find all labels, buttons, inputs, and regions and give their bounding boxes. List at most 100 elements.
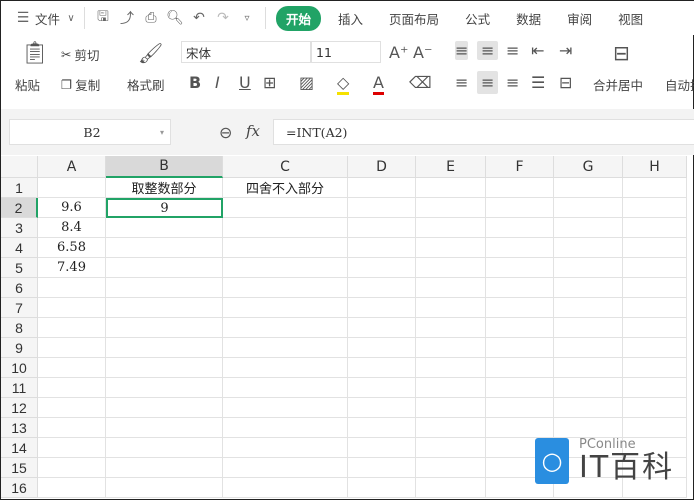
cell-F1[interactable] bbox=[486, 178, 554, 198]
increase-font-icon[interactable]: A⁺ bbox=[389, 43, 408, 62]
cell-H12[interactable] bbox=[623, 398, 687, 418]
cell-A14[interactable] bbox=[38, 438, 106, 458]
cell-B12[interactable] bbox=[106, 398, 223, 418]
merge-center-button[interactable]: 合并居中 bbox=[593, 75, 643, 94]
row-header-13[interactable]: 13 bbox=[1, 418, 38, 438]
border-icon[interactable]: ⊞ bbox=[263, 73, 276, 92]
cell-C6[interactable] bbox=[223, 278, 348, 298]
copy-button[interactable]: ❐ 复制 bbox=[61, 75, 100, 94]
cell-G1[interactable] bbox=[554, 178, 623, 198]
cell-B4[interactable] bbox=[106, 238, 223, 258]
cell-B9[interactable] bbox=[106, 338, 223, 358]
cell-A3[interactable]: 8.4 bbox=[38, 218, 106, 238]
row-header-4[interactable]: 4 bbox=[1, 238, 38, 258]
align-left-icon[interactable]: ≡ bbox=[455, 73, 468, 92]
tab-home[interactable]: 开始 bbox=[276, 5, 322, 31]
cell-C5[interactable] bbox=[223, 258, 348, 278]
cell-H6[interactable] bbox=[623, 278, 687, 298]
redo-icon[interactable]: ↷ bbox=[211, 10, 235, 26]
cell-F10[interactable] bbox=[486, 358, 554, 378]
save-icon[interactable]: 🖫 bbox=[91, 6, 115, 30]
print-preview-icon[interactable]: 🔍︎ bbox=[163, 10, 187, 26]
cell-B5[interactable] bbox=[106, 258, 223, 278]
column-header-B[interactable]: B bbox=[106, 156, 223, 178]
cell-E12[interactable] bbox=[416, 398, 486, 418]
column-header-D[interactable]: D bbox=[348, 156, 416, 178]
cell-C13[interactable] bbox=[223, 418, 348, 438]
cell-G2[interactable] bbox=[554, 198, 623, 218]
row-header-11[interactable]: 11 bbox=[1, 378, 38, 398]
align-right-icon[interactable]: ≡ bbox=[506, 73, 519, 92]
clear-icon[interactable]: ⌫ bbox=[409, 73, 432, 92]
cell-F13[interactable] bbox=[486, 418, 554, 438]
row-header-1[interactable]: 1 bbox=[1, 178, 38, 198]
cell-H8[interactable] bbox=[623, 318, 687, 338]
font-color-icon[interactable]: A bbox=[373, 73, 384, 95]
column-header-E[interactable]: E bbox=[416, 156, 486, 178]
cell-B3[interactable] bbox=[106, 218, 223, 238]
cell-D3[interactable] bbox=[348, 218, 416, 238]
cell-C3[interactable] bbox=[223, 218, 348, 238]
cell-H13[interactable] bbox=[623, 418, 687, 438]
cell-E4[interactable] bbox=[416, 238, 486, 258]
cell-B10[interactable] bbox=[106, 358, 223, 378]
cell-D12[interactable] bbox=[348, 398, 416, 418]
cell-D15[interactable] bbox=[348, 458, 416, 478]
font-family-select[interactable]: 宋体 bbox=[181, 41, 311, 63]
cell-E5[interactable] bbox=[416, 258, 486, 278]
align-top-icon[interactable]: ≡ bbox=[455, 41, 469, 60]
column-header-G[interactable]: G bbox=[554, 156, 623, 178]
cell-E14[interactable] bbox=[416, 438, 486, 458]
cell-D5[interactable] bbox=[348, 258, 416, 278]
tab-review[interactable]: 审阅 bbox=[567, 7, 592, 30]
cell-F3[interactable] bbox=[486, 218, 554, 238]
paste-button[interactable]: 粘贴 bbox=[15, 75, 40, 94]
italic-icon[interactable]: I bbox=[215, 73, 220, 92]
row-header-9[interactable]: 9 bbox=[1, 338, 38, 358]
cell-D14[interactable] bbox=[348, 438, 416, 458]
cell-C9[interactable] bbox=[223, 338, 348, 358]
cell-B7[interactable] bbox=[106, 298, 223, 318]
tab-view[interactable]: 视图 bbox=[618, 7, 643, 30]
cell-C12[interactable] bbox=[223, 398, 348, 418]
tab-formulas[interactable]: 公式 bbox=[465, 7, 490, 30]
cell-C7[interactable] bbox=[223, 298, 348, 318]
cell-style-icon[interactable]: ▨ bbox=[299, 73, 314, 92]
cell-C11[interactable] bbox=[223, 378, 348, 398]
row-header-10[interactable]: 10 bbox=[1, 358, 38, 378]
tab-page-layout[interactable]: 页面布局 bbox=[389, 7, 439, 30]
cell-D8[interactable] bbox=[348, 318, 416, 338]
cell-D2[interactable] bbox=[348, 198, 416, 218]
format-painter-icon[interactable]: 🖌︎ bbox=[138, 41, 163, 65]
cell-E16[interactable] bbox=[416, 478, 486, 498]
cell-C1[interactable]: 四舍不入部分 bbox=[223, 178, 348, 198]
merge-icon[interactable]: ⊟ bbox=[613, 41, 630, 65]
cell-C4[interactable] bbox=[223, 238, 348, 258]
cell-B13[interactable] bbox=[106, 418, 223, 438]
cell-G13[interactable] bbox=[554, 418, 623, 438]
cell-C15[interactable] bbox=[223, 458, 348, 478]
cell-D11[interactable] bbox=[348, 378, 416, 398]
cell-H7[interactable] bbox=[623, 298, 687, 318]
print-icon[interactable]: ⎙ bbox=[139, 10, 163, 26]
cell-E15[interactable] bbox=[416, 458, 486, 478]
cell-H10[interactable] bbox=[623, 358, 687, 378]
row-header-6[interactable]: 6 bbox=[1, 278, 38, 298]
row-header-7[interactable]: 7 bbox=[1, 298, 38, 318]
cell-G7[interactable] bbox=[554, 298, 623, 318]
cell-A7[interactable] bbox=[38, 298, 106, 318]
row-header-16[interactable]: 16 bbox=[1, 478, 38, 498]
file-menu[interactable]: 文件 bbox=[35, 9, 60, 28]
cell-G4[interactable] bbox=[554, 238, 623, 258]
cell-G6[interactable] bbox=[554, 278, 623, 298]
row-header-2[interactable]: 2 bbox=[1, 198, 38, 218]
chevron-down-icon[interactable]: ▾ bbox=[160, 128, 164, 137]
increase-indent-icon[interactable]: ⇥ bbox=[559, 41, 572, 60]
cell-G5[interactable] bbox=[554, 258, 623, 278]
hamburger-icon[interactable]: ☰ bbox=[11, 10, 35, 26]
cell-F7[interactable] bbox=[486, 298, 554, 318]
cell-D16[interactable] bbox=[348, 478, 416, 498]
tab-insert[interactable]: 插入 bbox=[338, 7, 363, 30]
cell-F6[interactable] bbox=[486, 278, 554, 298]
format-painter-button[interactable]: 格式刷 bbox=[127, 75, 165, 94]
